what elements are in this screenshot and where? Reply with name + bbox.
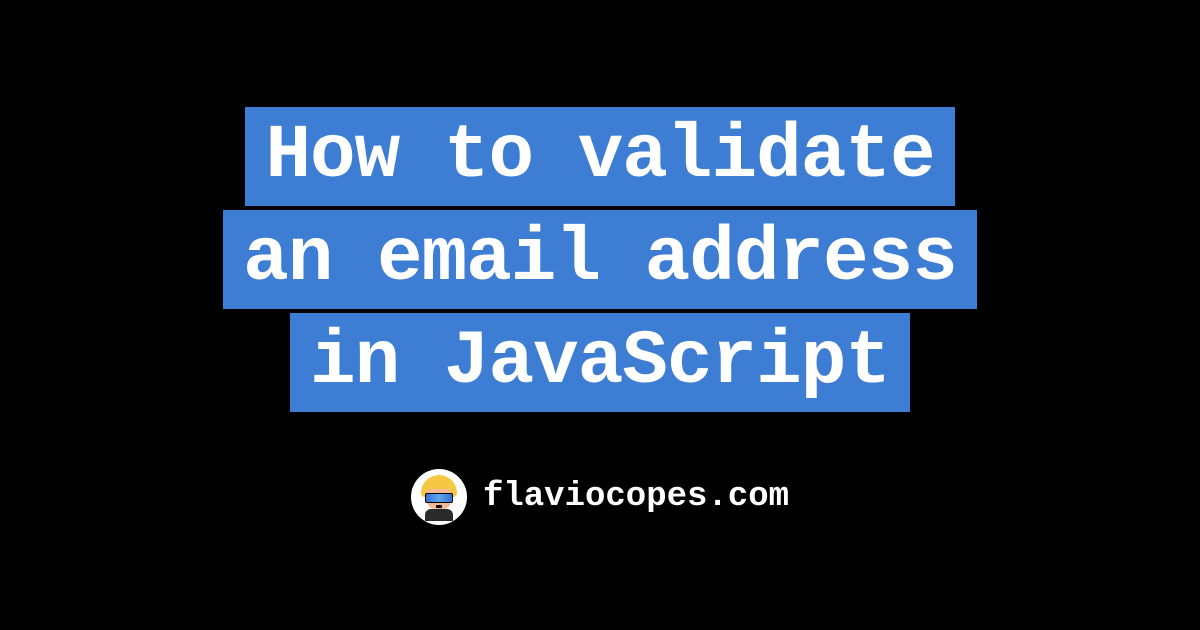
footer: flaviocopes.com — [411, 469, 789, 525]
site-name: flaviocopes.com — [483, 478, 789, 516]
page-title-container: How to validate an email address in Java… — [223, 105, 977, 415]
title-line-1: How to validate — [245, 107, 954, 206]
avatar — [411, 469, 467, 525]
title-line-2: an email address — [223, 210, 977, 309]
avatar-icon — [415, 473, 463, 521]
title-line-3: in JavaScript — [290, 313, 910, 412]
